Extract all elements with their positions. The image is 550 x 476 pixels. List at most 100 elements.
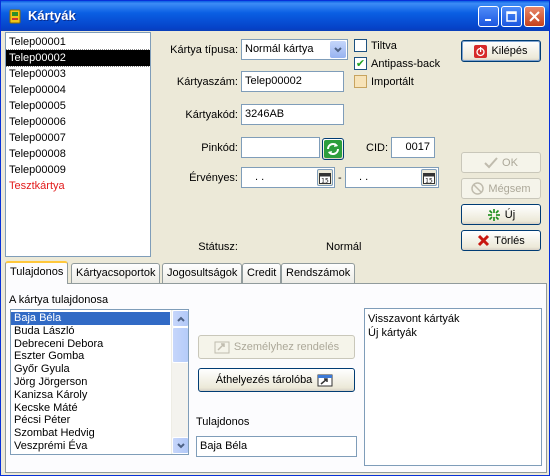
- scroll-thumb[interactable]: [172, 327, 188, 363]
- person-list-item[interactable]: Baja Béla: [11, 312, 170, 325]
- refresh-icon: [324, 140, 342, 158]
- storage-list[interactable]: Visszavont kártyák Új kártyák: [364, 308, 542, 466]
- owner-tab-panel: A kártya tulajdonosa Baja Béla Buda Lászl…: [5, 283, 547, 473]
- antipass-check-box[interactable]: ✔: [354, 57, 367, 70]
- minimize-button[interactable]: [478, 6, 499, 27]
- window-title: Kártyák: [28, 8, 76, 23]
- delete-label: Törlés: [494, 234, 525, 247]
- antipass-checkbox[interactable]: ✔ Antipass-back: [354, 57, 440, 70]
- valid-separator: -: [338, 172, 342, 184]
- antipass-label: Antipass-back: [371, 57, 441, 70]
- cid-field[interactable]: 0017: [391, 137, 435, 158]
- card-list-item[interactable]: Telep00008: [6, 146, 150, 162]
- assign-person-icon: [214, 340, 230, 354]
- people-list[interactable]: Baja Béla Buda László Debreceni Debora Eszt…: [10, 309, 189, 455]
- cid-label: CID:: [366, 142, 388, 154]
- move-to-storage-label: Áthelyezés tárolóba: [215, 374, 313, 386]
- close-window-button[interactable]: [524, 6, 545, 27]
- assign-to-person-button[interactable]: Személyhez rendelés: [198, 335, 355, 359]
- card-number-value: Telep00002: [245, 75, 302, 87]
- card-code-field[interactable]: 3246AB: [241, 104, 344, 125]
- card-number-field[interactable]: Telep00002: [241, 71, 344, 92]
- card-list[interactable]: Telep00001 Telep00002 Telep00003 Telep00004…: [5, 32, 151, 257]
- blocked-check-box[interactable]: [354, 39, 367, 52]
- blocked-checkbox[interactable]: Tiltva: [354, 39, 397, 52]
- ok-button[interactable]: OK: [461, 152, 541, 173]
- tab-rendszámok[interactable]: Rendszámok: [281, 263, 356, 283]
- svg-text:15: 15: [425, 177, 433, 184]
- owner-label: Tulajdonos: [196, 416, 250, 428]
- move-to-storage-icon: [317, 373, 333, 387]
- person-list-item[interactable]: Szombat Hedvig: [11, 427, 170, 440]
- card-app-icon: [7, 8, 23, 24]
- scroll-up-icon[interactable]: [172, 310, 188, 327]
- status-label: Státusz:: [198, 241, 238, 253]
- card-list-item[interactable]: Telep00001: [6, 34, 150, 50]
- card-list-item[interactable]: Telep00006: [6, 114, 150, 130]
- card-list-item[interactable]: Telep00007: [6, 130, 150, 146]
- sparkle-icon: [487, 208, 501, 222]
- card-type-value: Normál kártya: [245, 43, 314, 55]
- maximize-button[interactable]: [501, 6, 522, 27]
- refresh-pin-button[interactable]: [322, 138, 344, 160]
- calendar-icon[interactable]: 15: [317, 169, 333, 186]
- delete-button[interactable]: Törlés: [461, 230, 541, 251]
- card-code-label: Kártyakód:: [185, 109, 238, 121]
- storage-list-item[interactable]: Visszavont kártyák: [368, 312, 538, 326]
- scroll-down-icon[interactable]: [172, 437, 188, 454]
- power-icon: [474, 44, 488, 58]
- cards-window: Kártyák Telep00001 Telep00002 Telep00003 Te…: [0, 0, 550, 476]
- tab-jogosultságok[interactable]: Jogosultságok: [162, 263, 243, 283]
- exit-label: Kilépés: [491, 45, 528, 57]
- person-list-item[interactable]: Győr Gyula: [11, 363, 170, 376]
- card-list-item[interactable]: Telep00002: [6, 49, 150, 67]
- pin-field[interactable]: [241, 137, 320, 158]
- minimize-icon: [484, 18, 491, 21]
- tab-kártyacsoportok[interactable]: Kártyacsoportok: [71, 263, 161, 283]
- person-list-item[interactable]: Eszter Gomba: [11, 350, 170, 363]
- move-to-storage-button[interactable]: Áthelyezés tárolóba: [198, 368, 355, 392]
- imported-label: Importált: [371, 75, 414, 88]
- owner-field[interactable]: Baja Béla: [196, 436, 357, 457]
- chevron-down-icon[interactable]: [330, 41, 346, 58]
- person-list-item[interactable]: Buda László: [11, 325, 170, 338]
- tab-tulajdonos[interactable]: Tulajdonos: [5, 261, 69, 284]
- status-value: Normál: [326, 241, 362, 253]
- card-list-item[interactable]: Telep00004: [6, 82, 150, 98]
- person-list-item[interactable]: Debreceni Debora: [11, 338, 170, 351]
- person-list-item[interactable]: Jörg Jörgerson: [11, 376, 170, 389]
- person-list-item[interactable]: Veszprémi Éva: [11, 440, 170, 453]
- card-list-item[interactable]: Telep00003: [6, 66, 150, 82]
- blocked-label: Tiltva: [371, 39, 397, 52]
- valid-from-field[interactable]: . . 15: [241, 167, 335, 188]
- assign-to-person-label: Személyhez rendelés: [233, 341, 340, 353]
- card-list-item[interactable]: Telep00005: [6, 98, 150, 114]
- card-list-item[interactable]: Telep00009: [6, 162, 150, 178]
- valid-to-field[interactable]: . . 15: [345, 167, 439, 188]
- owner-value: Baja Béla: [200, 440, 248, 452]
- delete-x-icon: [477, 234, 490, 247]
- new-button[interactable]: Új: [461, 204, 541, 225]
- checkmark-icon: [484, 156, 498, 169]
- exit-button[interactable]: Kilépés: [461, 40, 541, 62]
- card-type-select[interactable]: Normál kártya: [241, 39, 348, 60]
- imported-checkbox: Importált: [354, 75, 414, 88]
- title-bar[interactable]: Kártyák: [1, 1, 549, 31]
- storage-list-item[interactable]: Új kártyák: [368, 326, 538, 340]
- valid-label: Érvényes:: [189, 172, 238, 184]
- person-list-item[interactable]: Kecske Máté: [11, 402, 170, 415]
- valid-to-value: . .: [359, 171, 369, 183]
- tab-credit[interactable]: Credit: [242, 263, 282, 283]
- cancel-label: Mégsem: [488, 182, 531, 195]
- person-list-item[interactable]: Pécsi Péter: [11, 414, 170, 427]
- card-list-item[interactable]: Tesztkártya: [6, 178, 150, 194]
- cancel-button[interactable]: Mégsem: [461, 178, 541, 199]
- owner-section-label: A kártya tulajdonosa: [9, 294, 109, 306]
- person-list-item[interactable]: Kanizsa Károly: [11, 389, 170, 402]
- svg-text:15: 15: [321, 177, 329, 184]
- card-number-label: Kártyaszám:: [176, 76, 238, 88]
- ok-label: OK: [502, 156, 518, 169]
- calendar-icon[interactable]: 15: [421, 169, 437, 186]
- people-scrollbar[interactable]: [171, 310, 188, 454]
- people-items: Baja Béla Buda László Debreceni Debora Eszt…: [11, 310, 188, 453]
